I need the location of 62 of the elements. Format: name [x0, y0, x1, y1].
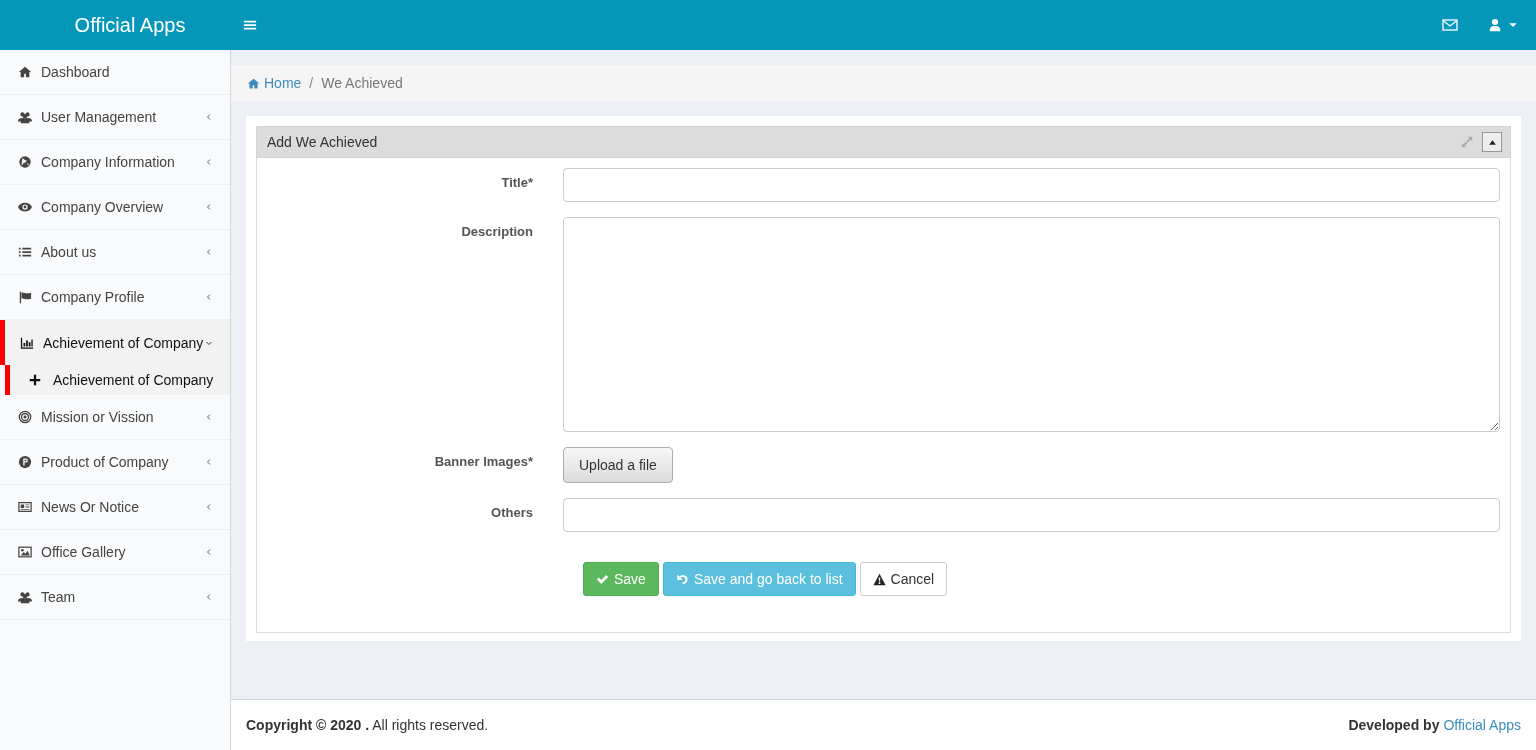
sidebar-item[interactable]: Achievement of Company — [0, 320, 230, 365]
sidebar-item[interactable]: News Or Notice — [0, 485, 230, 530]
user-icon — [1488, 18, 1502, 32]
p-circle-icon — [17, 455, 33, 469]
sidebar-item[interactable]: Team — [0, 575, 230, 620]
mail-button[interactable] — [1442, 17, 1458, 33]
sidebar-item[interactable]: Product of Company — [0, 440, 230, 485]
sidebar-item[interactable]: User Management — [0, 95, 230, 140]
flag-icon — [17, 290, 33, 304]
bar-chart-icon — [19, 335, 35, 350]
upload-button[interactable]: Upload a file — [563, 447, 673, 483]
image-icon — [17, 545, 33, 559]
caret-up-icon — [1487, 137, 1497, 147]
credit-link[interactable]: Official Apps — [1443, 717, 1521, 733]
submenu-item[interactable]: Achievement of Company — [5, 365, 230, 395]
chevron-left-icon — [205, 547, 213, 557]
field-label: Others — [490, 504, 534, 522]
panel-title: Add We Achieved — [267, 134, 379, 150]
credit-label: Developed by — [1348, 717, 1440, 733]
expand-icon — [1460, 135, 1474, 149]
home-icon — [17, 65, 33, 79]
field-label: Title* — [500, 174, 534, 192]
chevron-left-icon — [205, 502, 213, 512]
chevron-left-icon — [205, 247, 213, 257]
chevron-left-icon — [205, 592, 213, 602]
field-label: Banner Images* — [433, 453, 534, 471]
menu-icon — [243, 18, 257, 32]
copyright-text: Copyright © 2020 . All rights reserved. — [246, 717, 489, 733]
sidebar-item[interactable]: Office Gallery — [0, 530, 230, 575]
chevron-left-icon — [205, 412, 213, 422]
list-icon — [17, 245, 33, 259]
check-icon — [596, 572, 609, 586]
field-label: Description — [460, 223, 534, 241]
chevron-left-icon — [205, 457, 213, 467]
sidebar-item[interactable]: Company Information — [0, 140, 230, 185]
cancel-button[interactable]: Cancel — [859, 562, 948, 596]
sidebar-item[interactable]: Mission or Vission — [0, 395, 230, 440]
brand-title: Official Apps — [73, 13, 187, 37]
expand-button[interactable] — [1460, 135, 1474, 149]
text-field[interactable] — [563, 498, 1500, 532]
user-menu-button[interactable] — [1488, 18, 1518, 32]
newspaper-icon — [17, 500, 33, 514]
eye-icon — [17, 200, 33, 214]
sidebar-item[interactable]: Company Overview — [0, 185, 230, 230]
breadcrumb-separator: / — [309, 75, 314, 91]
home-icon — [247, 76, 260, 90]
text-field[interactable] — [563, 168, 1500, 202]
menu-button[interactable] — [243, 18, 257, 32]
chevron-left-icon — [205, 157, 213, 167]
envelope-icon — [1442, 17, 1458, 33]
sidebar-item[interactable]: Dashboard — [0, 50, 230, 95]
warning-icon — [872, 572, 886, 586]
chevron-left-icon — [205, 112, 213, 122]
plus-icon — [29, 374, 41, 386]
undo-icon — [675, 572, 689, 586]
collapse-button[interactable] — [1482, 132, 1502, 152]
chevron-left-icon — [205, 202, 213, 212]
breadcrumb-current: We Achieved — [321, 75, 403, 91]
chevron-left-icon — [205, 292, 213, 302]
sidebar-item[interactable]: About us — [0, 230, 230, 275]
description-field[interactable] — [563, 217, 1500, 432]
target-icon — [17, 410, 33, 424]
